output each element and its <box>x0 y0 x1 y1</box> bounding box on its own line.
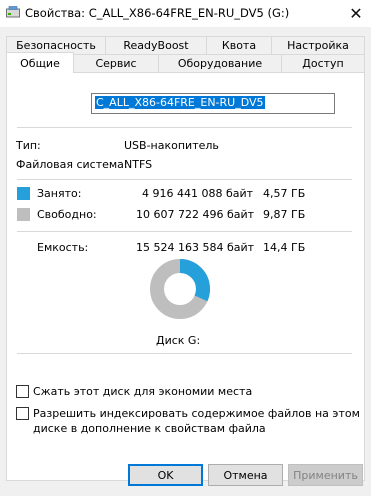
separator <box>17 353 352 354</box>
type-value: USB-накопитель <box>124 139 219 152</box>
close-button[interactable]: ✕ <box>341 0 371 27</box>
drive-icon <box>6 6 20 18</box>
used-bytes: 4 916 441 088 байт <box>142 187 254 200</box>
ok-button[interactable]: OK <box>128 464 203 486</box>
used-color-swatch <box>17 187 30 200</box>
window-title: Свойства: C_ALL_X86-64FRE_EN-RU_DV5 (G:) <box>25 6 290 20</box>
volume-name-input[interactable]: C_ALL_X86-64FRE_EN-RU_DV5 <box>91 93 335 114</box>
separator <box>17 127 352 128</box>
tab-general[interactable]: Общие <box>6 52 74 73</box>
separator <box>17 231 352 232</box>
filesystem-value: NTFS <box>124 158 153 171</box>
compress-label: Сжать этот диск для экономии места <box>33 385 253 398</box>
apply-button[interactable]: Применить <box>288 464 363 486</box>
tab-tools[interactable]: Сервис <box>73 54 159 72</box>
index-label-line1: Разрешить индексировать содержимое файло… <box>33 407 360 420</box>
tab-readyboost[interactable]: ReadyBoost <box>105 36 207 54</box>
capacity-size: 14,4 ГБ <box>263 241 306 254</box>
tab-sharing[interactable]: Доступ <box>281 54 365 72</box>
free-label: Свободно: <box>37 208 97 221</box>
volume-name-text: C_ALL_X86-64FRE_EN-RU_DV5 <box>95 96 265 109</box>
capacity-label: Емкость: <box>37 241 89 254</box>
disk-label: Диск G: <box>156 334 201 347</box>
free-color-swatch <box>17 208 30 221</box>
tab-customize[interactable]: Настройка <box>271 36 365 54</box>
index-label-line2: диске в дополнение к свойствам файла <box>33 422 266 435</box>
capacity-bytes: 15 524 163 584 байт <box>136 241 255 254</box>
close-icon: ✕ <box>349 4 363 23</box>
dialog-body: Безопасность ReadyBoost Квота Настройка … <box>0 27 371 496</box>
title-bar: Свойства: C_ALL_X86-64FRE_EN-RU_DV5 (G:)… <box>0 0 371 27</box>
index-checkbox[interactable] <box>16 407 29 420</box>
filesystem-label: Файловая система: <box>16 158 128 171</box>
cancel-button[interactable]: Отмена <box>208 464 283 486</box>
free-size: 9,87 ГБ <box>263 208 306 221</box>
type-label: Тип: <box>16 139 41 152</box>
compress-checkbox[interactable] <box>16 385 29 398</box>
used-size: 4,57 ГБ <box>263 187 306 200</box>
separator <box>17 179 352 180</box>
used-label: Занято: <box>37 187 82 200</box>
tab-hardware[interactable]: Оборудование <box>158 54 282 72</box>
disk-usage-donut <box>150 259 210 319</box>
tab-quota[interactable]: Квота <box>206 36 272 54</box>
free-bytes: 10 607 722 496 байт <box>136 208 255 221</box>
general-panel: C_ALL_X86-64FRE_EN-RU_DV5 Тип: USB-накоп… <box>6 72 365 481</box>
